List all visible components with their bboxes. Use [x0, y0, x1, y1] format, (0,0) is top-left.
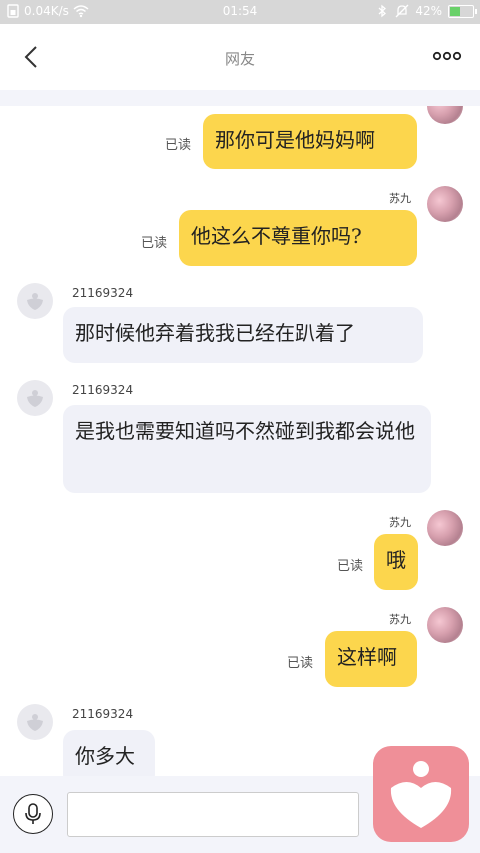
microphone-icon [25, 803, 41, 824]
read-receipt: 已读 [165, 138, 192, 153]
sender-name: 苏九 [389, 516, 411, 529]
default-avatar-icon [27, 714, 43, 731]
default-avatar-icon [27, 390, 43, 407]
status-bar: 0.04K/s 01:54 42% [0, 0, 480, 24]
page-title: 网友 [224, 50, 255, 68]
heart-action-button[interactable] [373, 746, 469, 842]
message-list[interactable]: 已读 那你可是他妈妈啊 苏九 已读 他这么不尊重你吗? 21169324 那时候… [0, 106, 480, 776]
header-divider [0, 90, 480, 106]
battery-icon [448, 4, 477, 18]
sender-id: 21169324 [72, 383, 134, 397]
more-dots-icon[interactable] [432, 46, 462, 66]
message-input[interactable] [67, 792, 359, 837]
message-bubble[interactable]: 你多大 [63, 730, 155, 776]
heart-person-icon [390, 761, 452, 828]
message-bubble[interactable]: 那时候他弃着我我已经在趴着了 [63, 307, 423, 363]
voice-button[interactable] [13, 794, 53, 834]
avatar[interactable] [427, 510, 463, 546]
avatar[interactable] [17, 283, 53, 319]
avatar[interactable] [17, 380, 53, 416]
avatar[interactable] [427, 186, 463, 222]
message-bubble[interactable]: 那你可是他妈妈啊 [203, 114, 417, 169]
message-bubble[interactable]: 他这么不尊重你吗? [179, 210, 417, 266]
sender-id: 21169324 [72, 286, 134, 300]
message-bubble[interactable]: 是我也需要知道吗不然碰到我都会说他 [63, 405, 431, 493]
avatar[interactable] [17, 704, 53, 740]
bluetooth-icon [378, 4, 387, 18]
read-receipt: 已读 [337, 559, 364, 574]
avatar[interactable] [427, 607, 463, 643]
read-receipt: 已读 [287, 656, 314, 671]
mute-icon [395, 4, 409, 18]
sender-id: 21169324 [72, 707, 134, 721]
message-bubble[interactable]: 哦 [374, 534, 418, 590]
sender-name: 苏九 [389, 192, 411, 205]
default-avatar-icon [27, 293, 43, 310]
battery-percent: 42% [415, 4, 442, 18]
read-receipt: 已读 [141, 236, 168, 251]
chat-header: 网友 [0, 24, 480, 90]
sender-name: 苏九 [389, 613, 411, 626]
message-bubble[interactable]: 这样啊 [325, 631, 417, 687]
avatar[interactable] [427, 106, 463, 124]
